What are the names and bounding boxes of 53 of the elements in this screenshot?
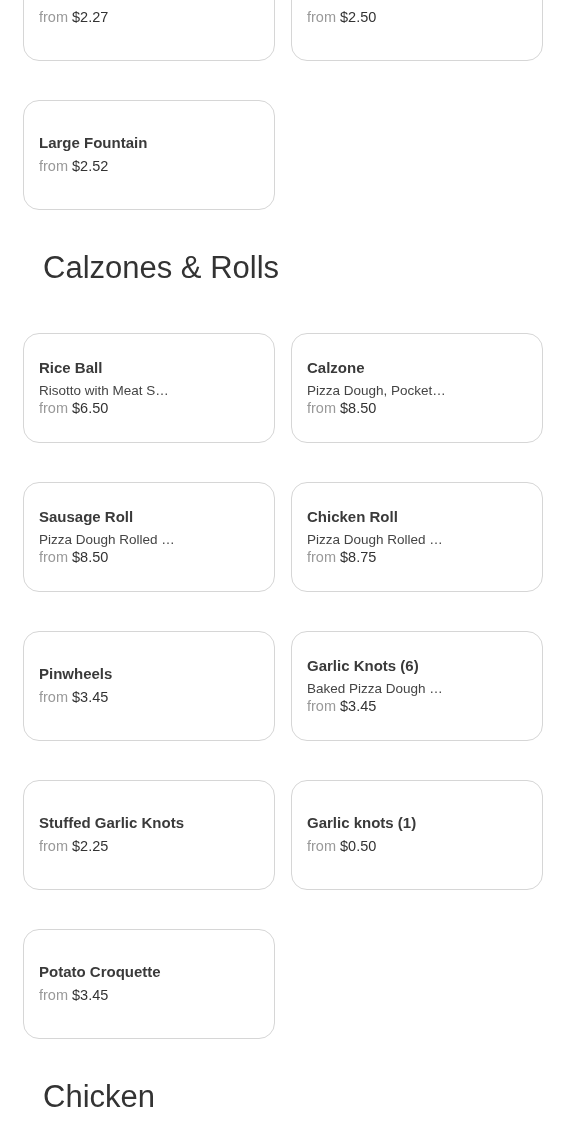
menu-item-card[interactable]: Pinwheels from $3.45 bbox=[23, 631, 275, 741]
item-price: $8.50 bbox=[72, 548, 109, 565]
item-price: $3.45 bbox=[72, 987, 109, 1003]
section-heading: Chicken bbox=[42, 1078, 156, 1116]
item-name: Chicken Roll bbox=[307, 507, 399, 525]
from-label: from bbox=[307, 548, 336, 565]
menu-item-card[interactable]: Chicken Roll Pizza Dough Rolled … from $8.75 bbox=[291, 482, 543, 592]
from-label: from bbox=[307, 9, 336, 25]
from-label: from bbox=[39, 399, 68, 416]
item-name: Sausage Roll bbox=[39, 507, 135, 525]
item-name: Pinwheels bbox=[39, 665, 114, 682]
item-description: Baked Pizza Dough … bbox=[307, 679, 444, 697]
item-name: Large Fountain bbox=[39, 134, 149, 151]
item-description: Pizza Dough Rolled … bbox=[307, 530, 444, 548]
item-price: $8.50 bbox=[340, 399, 377, 416]
from-label: from bbox=[39, 838, 68, 854]
item-name: Garlic Knots (6) bbox=[307, 656, 420, 674]
item-name: Potato Croquette bbox=[39, 963, 162, 980]
from-label: from bbox=[39, 158, 68, 174]
item-description: Risotto with Meat S… bbox=[39, 381, 170, 399]
menu-item-card[interactable]: from $2.50 bbox=[291, 0, 543, 61]
menu-item-card[interactable]: Garlic knots (1) from $0.50 bbox=[291, 780, 543, 890]
from-label: from bbox=[39, 9, 68, 25]
section-heading: Calzones & Rolls bbox=[42, 249, 281, 287]
menu-item-card[interactable]: from $2.27 bbox=[23, 0, 275, 61]
menu-item-card[interactable]: Large Fountain from $2.52 bbox=[23, 100, 275, 210]
item-description: Pizza Dough, Pocket… bbox=[307, 381, 447, 399]
item-price: $2.52 bbox=[72, 158, 109, 174]
item-price: $6.50 bbox=[72, 399, 109, 416]
from-label: from bbox=[307, 838, 336, 854]
menu-item-card[interactable]: Rice Ball Risotto with Meat S… from $6.50 bbox=[23, 333, 275, 443]
item-price: $0.50 bbox=[340, 838, 377, 854]
item-name: Stuffed Garlic Knots bbox=[39, 814, 185, 831]
menu-item-card[interactable]: Potato Croquette from $3.45 bbox=[23, 929, 275, 1039]
menu-item-card[interactable]: Garlic Knots (6) Baked Pizza Dough … from $3.45 bbox=[291, 631, 543, 741]
menu-item-card[interactable]: Sausage Roll Pizza Dough Rolled … from $8.50 bbox=[23, 482, 275, 592]
item-price: $8.75 bbox=[340, 548, 377, 565]
item-price: $2.25 bbox=[72, 838, 109, 854]
from-label: from bbox=[39, 689, 68, 705]
item-price: $2.50 bbox=[340, 9, 377, 25]
item-name: Calzone bbox=[307, 358, 366, 376]
menu-item-card[interactable]: Calzone Pizza Dough, Pocket… from $8.50 bbox=[291, 333, 543, 443]
item-name: Rice Ball bbox=[39, 358, 104, 376]
item-price: $3.45 bbox=[72, 689, 109, 705]
item-description: Pizza Dough Rolled … bbox=[39, 530, 176, 548]
from-label: from bbox=[307, 697, 336, 714]
menu-item-card[interactable]: Stuffed Garlic Knots from $2.25 bbox=[23, 780, 275, 890]
item-name: Garlic knots (1) bbox=[307, 814, 418, 831]
from-label: from bbox=[39, 548, 68, 565]
from-label: from bbox=[39, 987, 68, 1003]
item-price: $3.45 bbox=[340, 697, 377, 714]
from-label: from bbox=[307, 399, 336, 416]
item-price: $2.27 bbox=[72, 9, 109, 25]
